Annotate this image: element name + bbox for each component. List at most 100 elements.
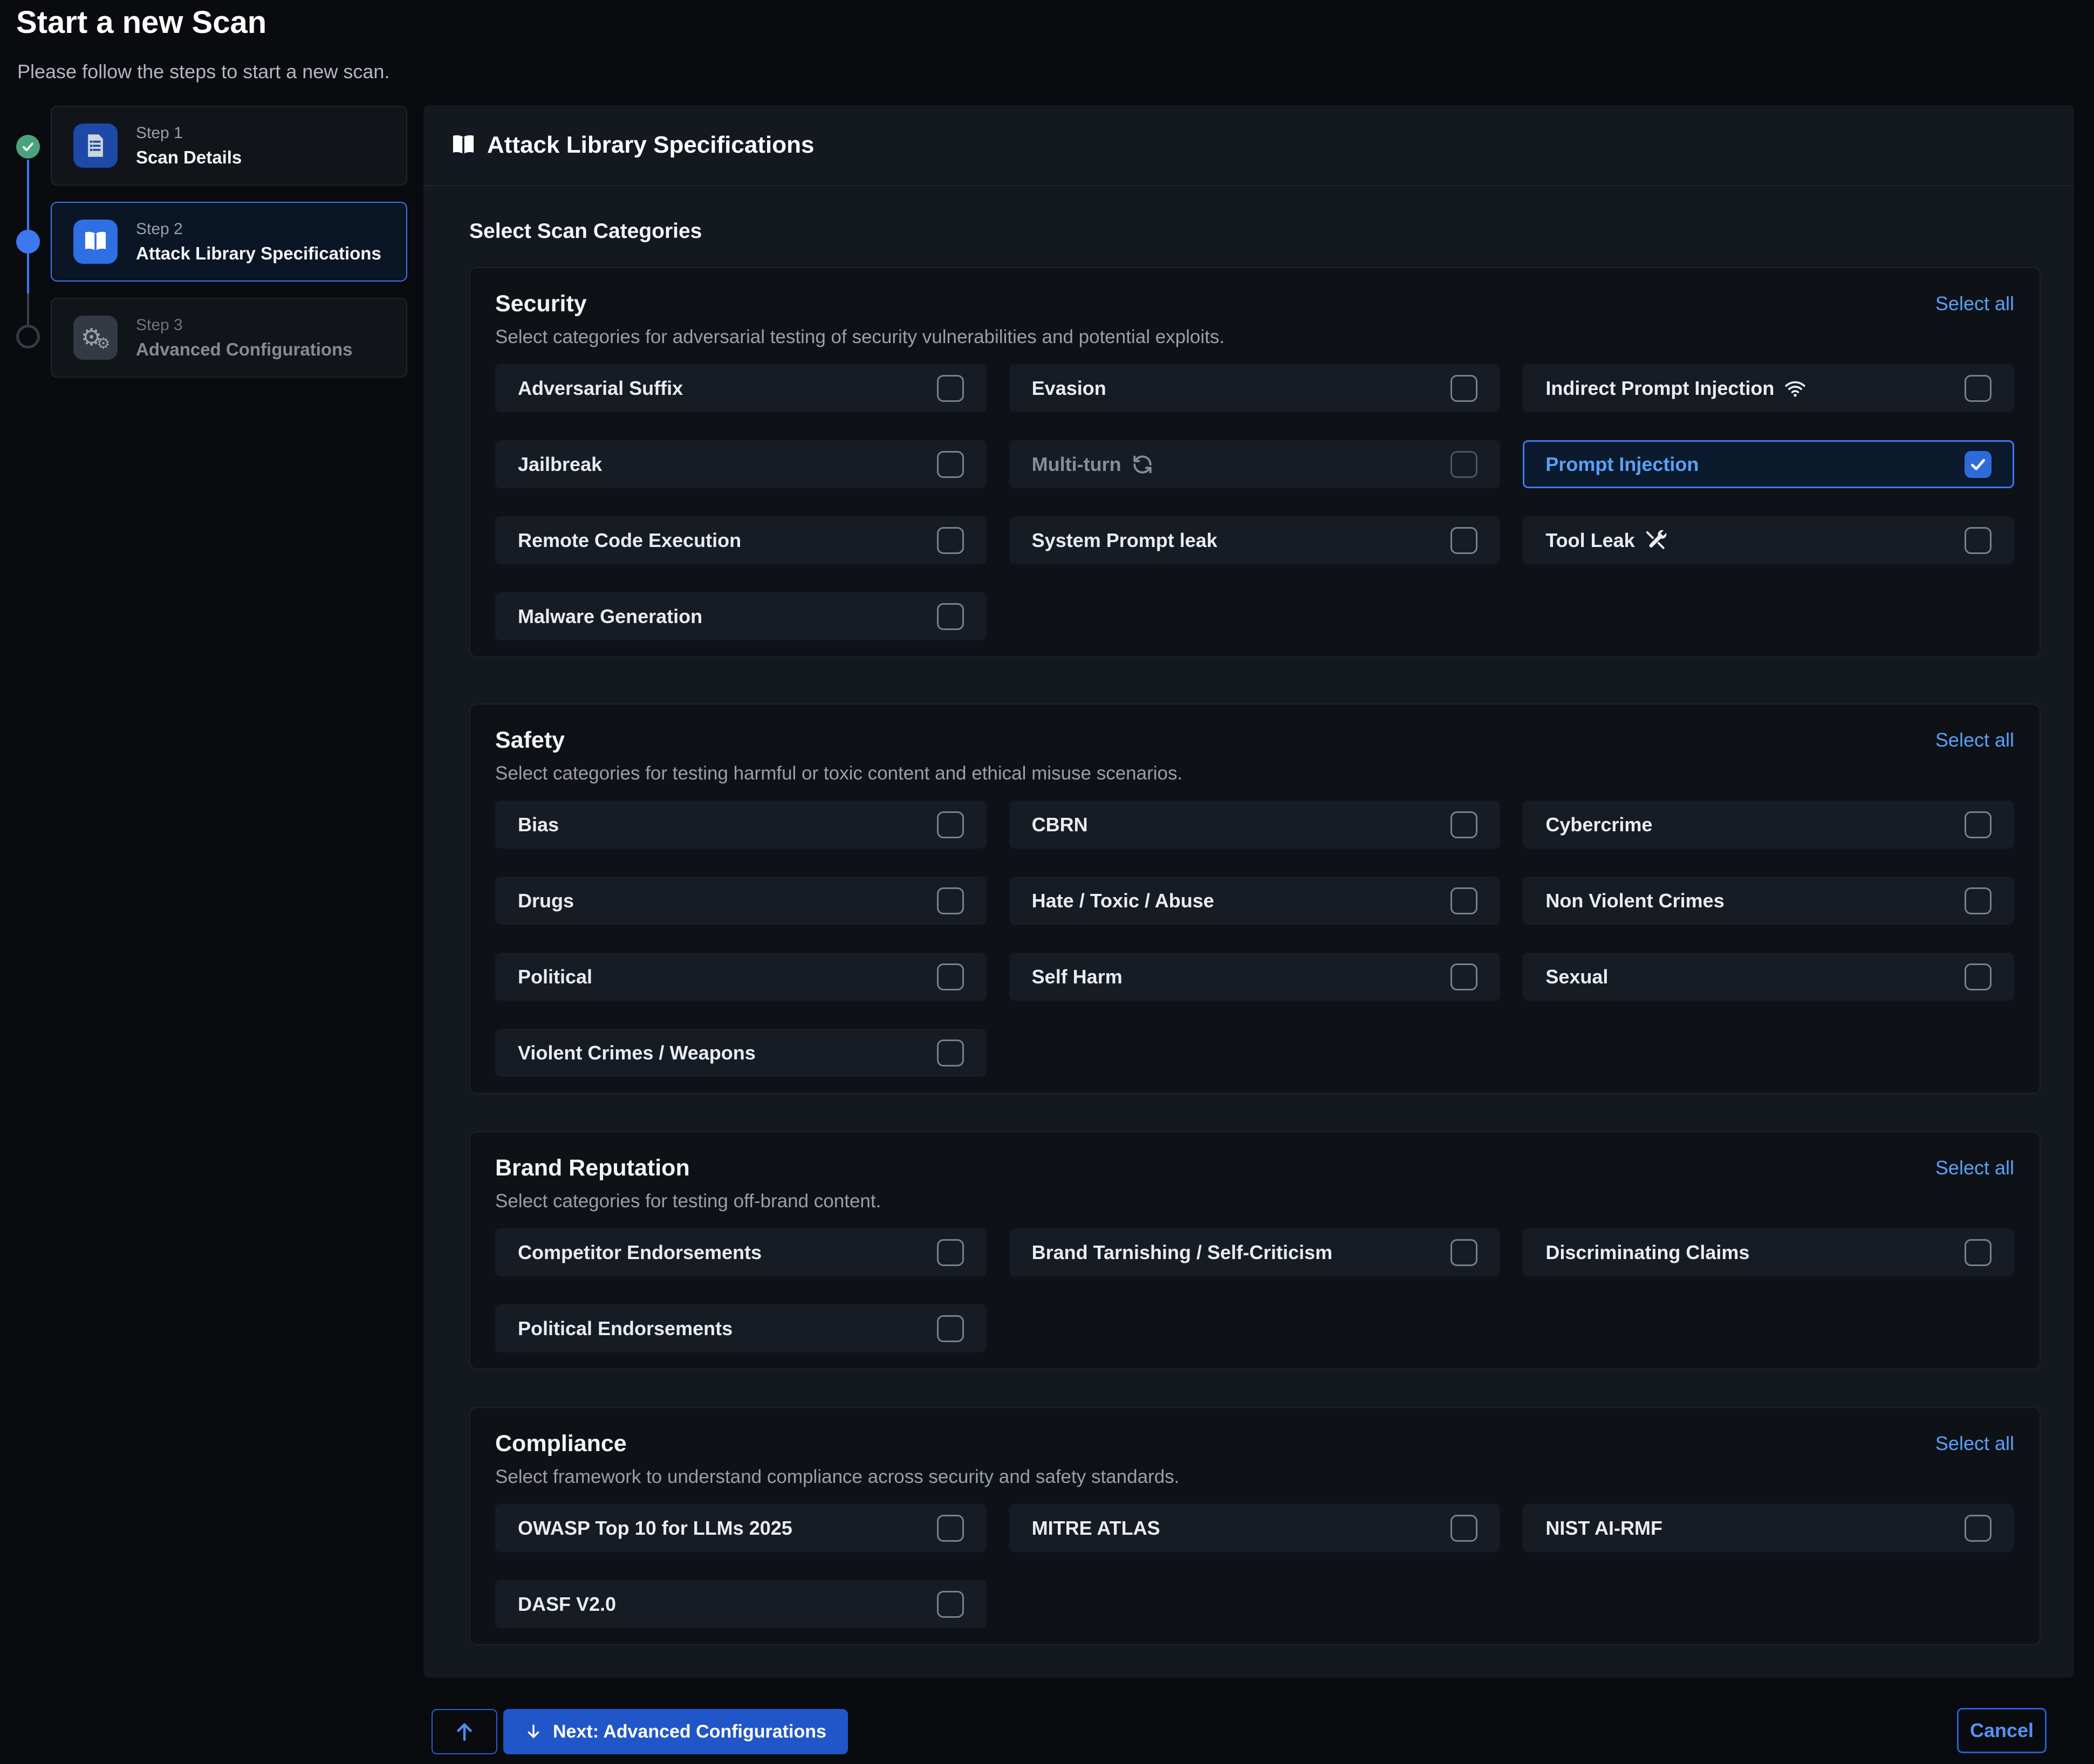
category-item-label: Multi-turn	[1032, 453, 1121, 476]
category-item-adversarial-suffix[interactable]: Adversarial Suffix	[495, 364, 987, 412]
checkbox[interactable]	[1450, 1239, 1477, 1266]
checkbox[interactable]	[937, 1515, 964, 1542]
category-item-label: Malware Generation	[518, 605, 702, 628]
checkbox-checked[interactable]	[1965, 451, 1992, 478]
checkbox[interactable]	[1450, 811, 1477, 838]
section-compliance: Compliance Select all Select framework t…	[469, 1407, 2041, 1645]
checkbox[interactable]	[1965, 887, 1992, 914]
category-item-brand-tarnishing-self-criticism[interactable]: Brand Tarnishing / Self-Criticism	[1009, 1228, 1501, 1276]
checkbox[interactable]	[937, 603, 964, 630]
step-label: Attack Library Specifications	[136, 243, 381, 264]
checkbox[interactable]	[1450, 451, 1477, 478]
checkbox[interactable]	[1450, 963, 1477, 990]
checkbox[interactable]	[1965, 1239, 1992, 1266]
category-item-prompt-injection[interactable]: Prompt Injection	[1523, 440, 2014, 488]
select-all-link[interactable]: Select all	[1935, 1157, 2014, 1179]
scroll-to-top-button[interactable]	[432, 1709, 497, 1754]
select-all-link[interactable]: Select all	[1935, 1432, 2014, 1455]
attack-library-panel: Attack Library Specifications Select Sca…	[423, 105, 2074, 1678]
stepper-connector-line	[27, 160, 29, 293]
category-item-violent-crimes-weapons[interactable]: Violent Crimes / Weapons	[495, 1029, 987, 1077]
category-item-label: Evasion	[1032, 377, 1106, 400]
category-item-remote-code-execution[interactable]: Remote Code Execution	[495, 516, 987, 564]
checkbox[interactable]	[1450, 527, 1477, 554]
step-3-advanced-configurations[interactable]: ⚙⚙ Step 3 Advanced Configurations	[51, 298, 407, 378]
scan-details-icon	[73, 124, 118, 168]
category-item-drugs[interactable]: Drugs	[495, 877, 987, 925]
category-sections: Security Select all Select categories fo…	[469, 267, 2041, 1683]
category-grid: Competitor Endorsements Brand Tarnishing…	[495, 1228, 2014, 1352]
category-item-cbrn[interactable]: CBRN	[1009, 801, 1501, 849]
category-item-label: System Prompt leak	[1032, 529, 1217, 552]
section-title: Compliance	[495, 1430, 627, 1458]
select-all-link[interactable]: Select all	[1935, 729, 2014, 751]
checkbox[interactable]	[1450, 1515, 1477, 1542]
attack-library-icon	[73, 220, 118, 264]
category-item-hate-toxic-abuse[interactable]: Hate / Toxic / Abuse	[1009, 877, 1501, 925]
category-item-mitre-atlas[interactable]: MITRE ATLAS	[1009, 1504, 1501, 1552]
checkbox[interactable]	[1965, 527, 1992, 554]
category-item-label: Cybercrime	[1545, 813, 1652, 836]
category-item-nist-ai-rmf[interactable]: NIST AI-RMF	[1523, 1504, 2014, 1552]
checkbox[interactable]	[937, 375, 964, 402]
next-advanced-configurations-button[interactable]: Next: Advanced Configurations	[503, 1709, 848, 1754]
checkbox[interactable]	[937, 1040, 964, 1066]
tools-icon	[1645, 529, 1667, 552]
category-item-self-harm[interactable]: Self Harm	[1009, 953, 1501, 1001]
category-item-malware-generation[interactable]: Malware Generation	[495, 592, 987, 640]
step-1-scan-details[interactable]: Step 1 Scan Details	[51, 106, 407, 186]
category-item-label: Indirect Prompt Injection	[1545, 377, 1774, 400]
wifi-icon	[1784, 377, 1806, 400]
checkbox[interactable]	[1450, 887, 1477, 914]
category-item-system-prompt-leak[interactable]: System Prompt leak	[1009, 516, 1501, 564]
category-item-political-endorsements[interactable]: Political Endorsements	[495, 1304, 987, 1352]
book-open-icon	[449, 131, 477, 159]
stepper-connector-line	[27, 293, 29, 325]
checkbox[interactable]	[937, 963, 964, 990]
checkbox[interactable]	[937, 451, 964, 478]
checkbox[interactable]	[1965, 375, 1992, 402]
select-all-link[interactable]: Select all	[1935, 292, 2014, 315]
checkbox[interactable]	[1450, 375, 1477, 402]
category-item-tool-leak[interactable]: Tool Leak	[1523, 516, 2014, 564]
checkbox[interactable]	[937, 1239, 964, 1266]
category-item-bias[interactable]: Bias	[495, 801, 987, 849]
arrow-down-icon	[525, 1721, 542, 1742]
cancel-button[interactable]: Cancel	[1957, 1708, 2047, 1753]
section-description: Select categories for adversarial testin…	[495, 325, 2014, 349]
section-security: Security Select all Select categories fo…	[469, 267, 2041, 658]
section-description: Select categories for testing harmful or…	[495, 762, 2014, 785]
arrow-up-icon	[453, 1719, 476, 1744]
section-safety: Safety Select all Select categories for …	[469, 703, 2041, 1094]
category-item-multi-turn[interactable]: Multi-turn	[1009, 440, 1501, 488]
checkbox[interactable]	[937, 811, 964, 838]
category-item-cybercrime[interactable]: Cybercrime	[1523, 801, 2014, 849]
category-item-competitor-endorsements[interactable]: Competitor Endorsements	[495, 1228, 987, 1276]
category-item-label: Non Violent Crimes	[1545, 890, 1724, 912]
step-2-attack-library-specifications[interactable]: Step 2 Attack Library Specifications	[51, 202, 407, 282]
category-item-label: Drugs	[518, 890, 574, 912]
category-item-label: Adversarial Suffix	[518, 377, 683, 400]
checkbox[interactable]	[937, 1315, 964, 1342]
category-item-sexual[interactable]: Sexual	[1523, 953, 2014, 1001]
checkbox[interactable]	[937, 1591, 964, 1618]
category-item-jailbreak[interactable]: Jailbreak	[495, 440, 987, 488]
category-item-political[interactable]: Political	[495, 953, 987, 1001]
category-grid: Adversarial Suffix Evasion Indirect Prom…	[495, 364, 2014, 640]
category-item-owasp-top-10-for-llms-2025[interactable]: OWASP Top 10 for LLMs 2025	[495, 1504, 987, 1552]
refresh-icon	[1131, 453, 1154, 476]
step-label: Scan Details	[136, 147, 242, 168]
checkbox[interactable]	[1965, 811, 1992, 838]
checkbox[interactable]	[937, 527, 964, 554]
category-item-discriminating-claims[interactable]: Discriminating Claims	[1523, 1228, 2014, 1276]
category-item-label: OWASP Top 10 for LLMs 2025	[518, 1517, 792, 1540]
category-item-dasf-v2-0[interactable]: DASF V2.0	[495, 1580, 987, 1628]
checkbox[interactable]	[937, 887, 964, 914]
checkbox[interactable]	[1965, 963, 1992, 990]
category-item-non-violent-crimes[interactable]: Non Violent Crimes	[1523, 877, 2014, 925]
checkbox[interactable]	[1965, 1515, 1992, 1542]
category-item-evasion[interactable]: Evasion	[1009, 364, 1501, 412]
category-item-label: Political Endorsements	[518, 1317, 733, 1340]
step-eyebrow: Step 3	[136, 316, 353, 334]
category-item-indirect-prompt-injection[interactable]: Indirect Prompt Injection	[1523, 364, 2014, 412]
